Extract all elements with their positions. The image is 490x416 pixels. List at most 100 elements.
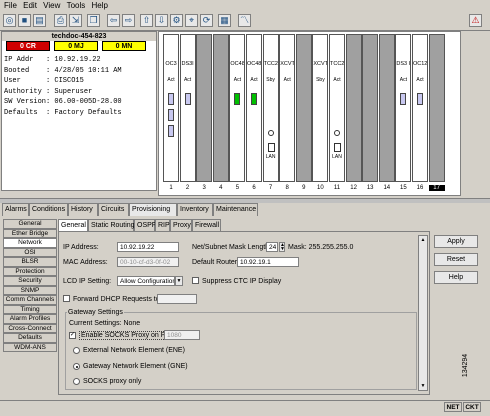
scroll-up-icon[interactable]: ▲ xyxy=(419,236,427,244)
nav-item-osi[interactable]: OSI xyxy=(3,247,57,257)
network-general-panel: IP Address: 10.92.19.22 Net/Subnet Mask … xyxy=(58,231,430,395)
panel-scrollbar[interactable]: ▲ ▼ xyxy=(418,235,428,391)
enable-socks-checkbox[interactable]: ✓ xyxy=(69,332,76,339)
slot-6[interactable]: OC48 Act xyxy=(246,34,262,182)
tab-circuits[interactable]: Circuits xyxy=(98,203,129,216)
tab-alarms[interactable]: Alarms xyxy=(2,203,29,216)
subtab-firewall[interactable]: Firewall xyxy=(192,219,221,231)
forward-arrow-icon[interactable]: ⇨ xyxy=(122,14,135,27)
slot-3[interactable] xyxy=(196,34,213,182)
slot-13[interactable] xyxy=(362,34,379,182)
tab-provisioning[interactable]: Provisioning xyxy=(129,203,177,216)
forward-dhcp-checkbox[interactable] xyxy=(63,295,70,302)
chevron-down-icon[interactable]: ▼ xyxy=(175,276,183,286)
slot-10[interactable]: XCVT Sby xyxy=(312,34,329,182)
warning-icon[interactable]: ⚠ xyxy=(469,14,482,27)
nav-item-snmp[interactable]: SNMP xyxy=(3,285,57,295)
slot-8[interactable]: XCVT Act xyxy=(279,34,296,182)
refresh-icon[interactable]: ⟳ xyxy=(200,14,213,27)
nav-item-security[interactable]: Security xyxy=(3,276,57,286)
slot-11[interactable]: TCC2 Act LAN xyxy=(329,34,345,182)
back-arrow-icon[interactable]: ⇦ xyxy=(107,14,120,27)
nav-item-protection[interactable]: Protection xyxy=(3,266,57,276)
mask-spinner-icon[interactable]: ▲ ▼ xyxy=(279,242,285,252)
slot-5[interactable]: OC48 Act xyxy=(229,34,246,182)
nav-item-comm-channels[interactable]: Comm Channels xyxy=(3,295,57,305)
ip-address-input[interactable]: 10.92.19.22 xyxy=(117,242,179,252)
reset-button[interactable]: Reset xyxy=(434,253,478,266)
suppress-ctc-ip-checkbox[interactable] xyxy=(192,277,199,284)
slot-17[interactable] xyxy=(428,34,445,182)
subtab-rip[interactable]: RIP xyxy=(155,219,170,231)
socks-only-label: SOCKS proxy only xyxy=(83,378,142,385)
down-arrow-icon[interactable]: ⇩ xyxy=(155,14,168,27)
subtab-general[interactable]: General xyxy=(58,219,88,231)
nav-item-general[interactable]: General xyxy=(3,219,57,229)
print-icon-2[interactable]: ⎙ xyxy=(54,14,67,27)
menu-edit[interactable]: Edit xyxy=(23,0,37,12)
slot-12[interactable] xyxy=(345,34,362,182)
major-alarm-count[interactable]: 0 MJ xyxy=(54,41,98,51)
export-icon[interactable]: ⇲ xyxy=(69,14,82,27)
print-icon[interactable]: ▤ xyxy=(33,14,46,27)
card-status: Act xyxy=(167,77,175,83)
default-router-input[interactable]: 10.92.19.1 xyxy=(237,257,299,267)
slot-9[interactable] xyxy=(295,34,312,182)
apply-button[interactable]: Apply xyxy=(434,235,478,248)
menu-tools[interactable]: Tools xyxy=(67,0,86,12)
nav-item-alarm-profiles[interactable]: Alarm Profiles xyxy=(3,314,57,324)
card-name: OC48 xyxy=(230,61,245,67)
gne-radio[interactable] xyxy=(73,363,80,370)
lan-port-icon xyxy=(267,143,275,152)
critical-alarm-count[interactable]: 0 CR xyxy=(6,41,50,51)
mask-length-input[interactable]: 24 xyxy=(266,242,278,252)
port-icon xyxy=(334,130,340,136)
slot-7[interactable]: TCC2 Sby LAN xyxy=(262,34,279,182)
home-view-icon[interactable]: ■ xyxy=(18,14,31,27)
card-status: Sby xyxy=(266,77,275,83)
slot-16[interactable]: OC12 Act xyxy=(412,34,428,182)
nav-item-ether-bridge[interactable]: Ether Bridge xyxy=(3,228,57,238)
nav-item-network[interactable]: Network xyxy=(3,238,57,248)
socks-only-radio[interactable] xyxy=(73,378,80,385)
subtab-ospf[interactable]: OSPF xyxy=(134,219,156,231)
slot-number: 16 xyxy=(416,185,424,191)
slot-4[interactable] xyxy=(212,34,229,182)
tab-maintenance[interactable]: Maintenance xyxy=(213,203,258,216)
copy-icon[interactable]: ❐ xyxy=(87,14,100,27)
subtab-static-routing[interactable]: Static Routing xyxy=(88,219,135,231)
menu-help[interactable]: Help xyxy=(92,0,108,12)
ene-radio[interactable] xyxy=(73,347,80,354)
ckt-status: CKT xyxy=(463,402,481,412)
menu-view[interactable]: View xyxy=(43,0,60,12)
slot-1[interactable]: OC3 Act xyxy=(163,34,179,182)
chart-icon[interactable]: 〽 xyxy=(238,14,251,27)
menu-file[interactable]: File xyxy=(4,0,17,12)
zoom-icon[interactable]: ⌖ xyxy=(185,14,198,27)
subtab-proxy[interactable]: Proxy xyxy=(170,219,192,231)
nav-item-defaults[interactable]: Defaults xyxy=(3,333,57,343)
socks-port-input[interactable]: 1080 xyxy=(164,330,200,340)
nav-item-blsr[interactable]: BLSR xyxy=(3,257,57,267)
tab-inventory[interactable]: Inventory xyxy=(177,203,213,216)
tab-history[interactable]: History xyxy=(68,203,98,216)
nav-item-cross-connect[interactable]: Cross-Connect xyxy=(3,323,57,333)
help-button[interactable]: Help xyxy=(434,271,478,284)
slot-14[interactable] xyxy=(378,34,395,182)
network-view-icon[interactable]: ◎ xyxy=(3,14,16,27)
card-view-icon[interactable]: ▦ xyxy=(218,14,231,27)
forward-dhcp-label: Forward DHCP Requests to: xyxy=(73,296,162,303)
lcd-ip-setting-select[interactable]: Allow Configuration xyxy=(117,276,175,286)
up-arrow-icon[interactable]: ⇧ xyxy=(140,14,153,27)
slot-2[interactable]: DS3I Act xyxy=(179,34,196,182)
slot-15[interactable]: DS3 IN Act xyxy=(395,34,412,182)
minor-alarm-count[interactable]: 0 MN xyxy=(102,41,146,51)
tab-conditions[interactable]: Conditions xyxy=(29,203,68,216)
network-icon[interactable]: ⚙ xyxy=(170,14,183,27)
card-name: TCC2 xyxy=(330,61,344,67)
nav-item-timing[interactable]: Timing xyxy=(3,304,57,314)
slot-number: 6 xyxy=(252,185,256,191)
scroll-down-icon[interactable]: ▼ xyxy=(419,382,427,390)
nav-item-wdm-ans[interactable]: WDM-ANS xyxy=(3,342,57,352)
menu-bar: File Edit View Tools Help xyxy=(0,0,490,12)
